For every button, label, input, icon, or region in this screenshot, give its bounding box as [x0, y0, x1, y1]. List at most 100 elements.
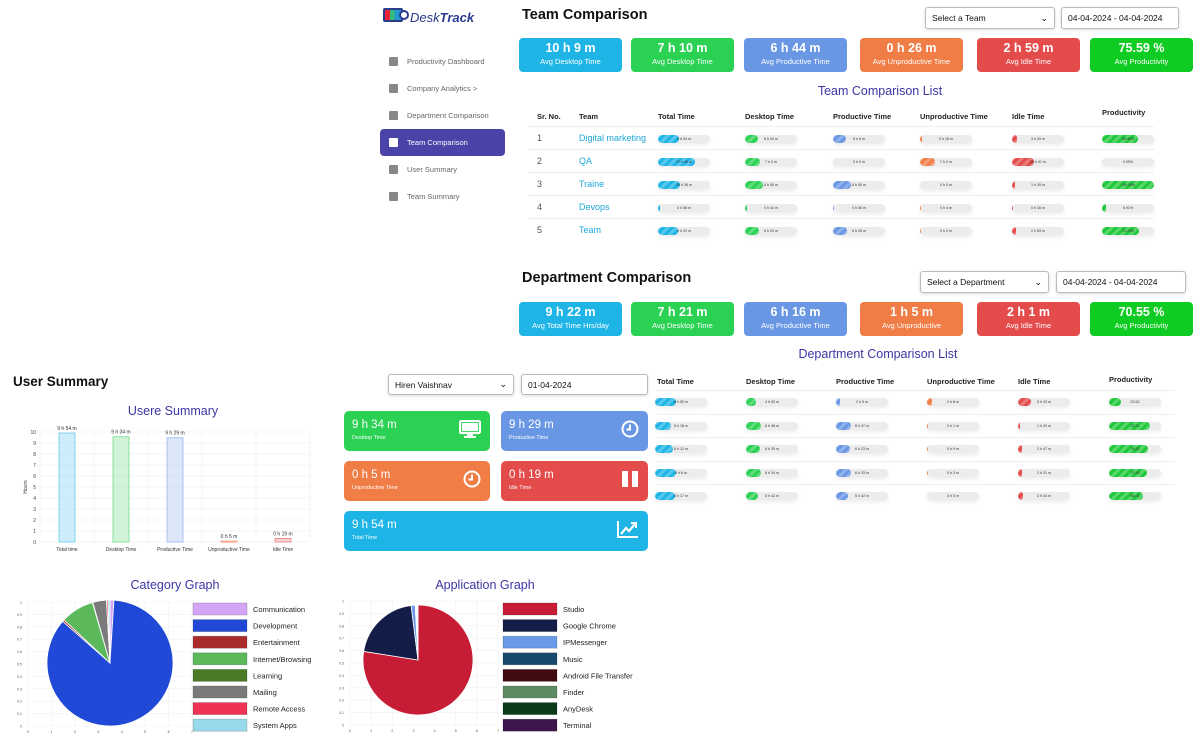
user-stat-card: 9 h 34 m Desktop Time [344, 411, 490, 451]
stat-label: Avg Idle Time [1005, 57, 1052, 66]
unproductive-progress-bar: 0 h 9 m [927, 445, 979, 453]
y-tick-label: 0.1 [17, 712, 22, 716]
productive-progress-label: 0 h 0 m [853, 160, 865, 164]
legend-label[interactable]: AnyDesk [563, 705, 593, 714]
column-header: Productivity [1102, 108, 1146, 117]
team-name-link[interactable]: Team [579, 225, 601, 235]
user-stat-value: 9 h 54 m [352, 519, 397, 531]
legend-label[interactable]: Internet/Browsing [253, 655, 311, 664]
department-comparison-title: Department Comparison [522, 270, 692, 286]
sidebar-item-team-comparison[interactable]: Team Comparison [380, 129, 505, 156]
legend-label[interactable]: Android File Transfer [563, 671, 633, 680]
sidebar-item-department-comparison[interactable]: Department Comparison [380, 102, 505, 129]
sidebar-item-team-summary[interactable]: Team Summary [380, 183, 505, 210]
total-progress-label: 10 h 36 m [676, 183, 692, 187]
desktrack-logo[interactable]: DeskTrack [383, 6, 493, 28]
team-date-range-value: 04-04-2024 - 04-04-2024 [1068, 13, 1163, 23]
team-name-link[interactable]: Traine [579, 179, 604, 189]
department-select[interactable]: Select a Department ⌄ [920, 271, 1049, 293]
chevron-down-icon: ⌄ [499, 379, 507, 389]
legend-label[interactable]: Entertainment [253, 638, 301, 647]
legend-label[interactable]: Finder [563, 688, 585, 697]
productivity-progress-bar: 71.25% [1102, 227, 1154, 235]
y-tick-label: 0.4 [17, 675, 22, 679]
team-comparison-title: Team Comparison [522, 7, 648, 23]
legend-label[interactable]: System Apps [253, 721, 297, 730]
bar [58, 432, 76, 543]
bar-data-label: 0 h 19 m [273, 531, 292, 537]
sidebar-item-user-summary[interactable]: User Summary [380, 156, 505, 183]
user-select[interactable]: Hiren Vaishnav ⌄ [388, 374, 514, 395]
productive-progress-bar: 0 h 0 m [833, 158, 885, 166]
idle-progress-label: 2 h 53 m [1031, 229, 1045, 233]
total-progress-bar: 9 h 6 m [655, 468, 707, 477]
desktop-progress-bar: 6 h 29 m [745, 227, 797, 235]
y-tick-label: 0.9 [339, 612, 344, 616]
idle-progress-label: 3 h 29 m [1031, 137, 1045, 141]
y-tick-label: 0 [342, 724, 344, 728]
legend-swatch [502, 685, 558, 699]
productivity-progress-label: 75.32 [1130, 447, 1140, 451]
legend-label[interactable]: Remote Access [253, 705, 305, 714]
stat-value: 6 h 16 m [770, 305, 821, 319]
idle-progress-bar: 3 h 29 m [1012, 135, 1064, 143]
column-header: Desktop Time [745, 112, 795, 121]
user-stat-label: Unproductive Time [352, 485, 398, 491]
user-stat-card: 9 h 54 m Total Time [344, 511, 648, 551]
category-pie-chart: Category Graph 0 0.1 0.2 0.3 0.4 0.5 0.6 0.7 0.8 0… [17, 578, 311, 734]
unproductive-progress-bar: 0 h 18 m [920, 135, 972, 143]
unproductive-progress-label: 7 h 2 m [940, 160, 952, 164]
legend-swatch [192, 685, 248, 699]
legend-label[interactable]: Studio [563, 605, 584, 614]
team-select[interactable]: Select a Team ⌄ [925, 7, 1055, 29]
legend-label[interactable]: Mailing [253, 688, 277, 697]
legend-swatch [192, 702, 248, 716]
department-select-value: Select a Department [927, 277, 1005, 287]
total-progress-bar: 8 h 50 m [655, 398, 707, 406]
productive-progress-bar: 5 h 42 m [836, 492, 888, 500]
stat-value: 10 h 9 m [545, 41, 596, 55]
productivity-progress-bar: 73.36 [1109, 468, 1161, 477]
team-date-range-input[interactable]: 04-04-2024 - 04-04-2024 [1061, 7, 1179, 29]
bar-data-label: 9 h 29 m [165, 431, 184, 437]
table-row: 4 Devops 0 h 58 m 0 h 41 m 0 h 36 m 0 h 4 m 0 … [528, 195, 1154, 218]
unproductive-progress-bar: 7 h 2 m [920, 158, 972, 166]
legend-label[interactable]: Google Chrome [563, 622, 616, 631]
team-name-link[interactable]: Devops [579, 202, 610, 212]
legend-label[interactable]: IPMessenger [563, 638, 608, 647]
stat-label: Avg Productive Time [761, 321, 830, 330]
sidebar-item-label: Team Comparison [407, 138, 468, 147]
unproductive-progress-bar: 0 h 1 m [927, 421, 979, 430]
column-header: Team [579, 112, 599, 121]
legend-label[interactable]: Music [563, 655, 583, 664]
stat-value: 70.55 % [1118, 305, 1165, 319]
legend-label[interactable]: Terminal [563, 721, 592, 730]
unproductive-progress-label: 0 h 9 m [947, 447, 959, 451]
stat-label: Avg Unproductive Time [872, 57, 951, 66]
stat-card: 7 h 10 m Avg Desktop Time [631, 38, 734, 72]
team-name-link[interactable]: Digital marketing [579, 133, 646, 143]
sidebar-item-company-analytics[interactable]: Company Analytics > [380, 75, 505, 102]
sidebar-item-productivity-dashboard[interactable]: Productivity Dashboard [380, 48, 505, 75]
legend-label[interactable]: Development [253, 622, 298, 631]
total-progress-label: 9 h 6 m [675, 470, 687, 475]
user-stat-value: 0 h 5 m [352, 469, 391, 481]
unproductive-progress-bar: 0 h 2 m [920, 227, 972, 235]
row-sr-no: 5 [537, 225, 543, 235]
idle-progress-label: 1 h 39 m [1031, 183, 1045, 187]
team-name-link[interactable]: QA [579, 156, 592, 166]
legend-label[interactable]: Learning [253, 671, 282, 680]
total-progress-label: 8 h 17 m [674, 494, 688, 498]
department-date-range-input[interactable]: 04-04-2024 - 04-04-2024 [1056, 271, 1186, 293]
grid-icon [389, 57, 398, 66]
productivity-progress-label: 100.29% [1120, 183, 1136, 187]
stat-value: 7 h 10 m [657, 41, 708, 55]
user-date-input[interactable]: 01-04-2024 [521, 374, 648, 395]
unproductive-progress-label: 0 h 3 m [947, 470, 959, 475]
legend-swatch [502, 669, 558, 682]
stat-value: 9 h 22 m [545, 305, 596, 319]
legend-label[interactable]: Communication [253, 605, 305, 614]
bar-data-label: 9 h 34 m [111, 430, 130, 436]
desktop-progress-label: 4 h 53 m [765, 400, 779, 404]
total-progress-bar: 8 h 18 m [655, 421, 707, 430]
